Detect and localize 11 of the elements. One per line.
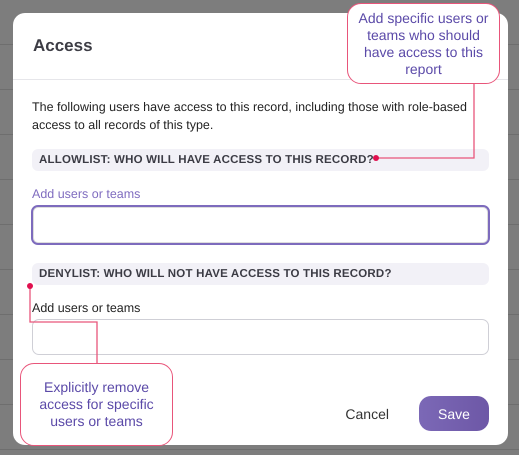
save-button[interactable]: Save bbox=[419, 396, 489, 431]
users-teams-field[interactable] bbox=[31, 205, 490, 245]
description-text: The following users have access to this record, including those with role-based access to all records of this type. bbox=[32, 99, 468, 134]
dialog-title: Access bbox=[33, 36, 93, 56]
cancel-button[interactable]: Cancel bbox=[339, 398, 395, 430]
callout-note: Add specific users or teams who should have access to this report bbox=[347, 3, 500, 84]
field-label: Add users or teams bbox=[32, 187, 142, 201]
callout-note: Explicitly remove access for specific users or teams bbox=[20, 363, 173, 446]
section-heading: DENYLIST: WHO WILL NOT HAVE ACCESS TO THIS RECORD? bbox=[32, 263, 489, 285]
field-label: Add users or teams bbox=[32, 301, 142, 315]
section-heading: ALLOWLIST: WHO WILL HAVE ACCESS TO THIS RECORD? bbox=[32, 149, 489, 171]
